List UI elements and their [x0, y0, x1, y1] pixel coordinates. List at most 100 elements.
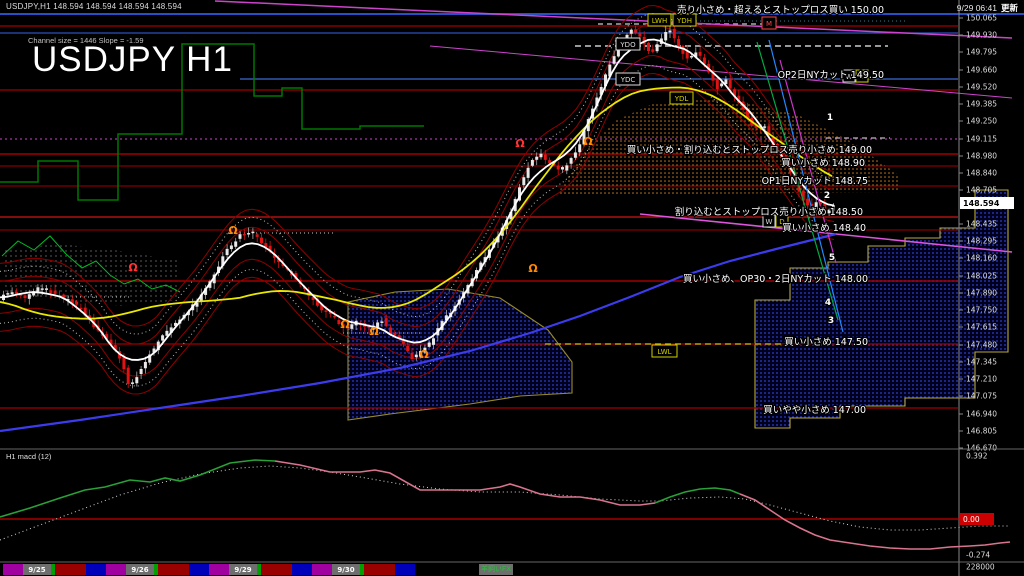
timeline-date-label: 9/26	[131, 566, 148, 574]
candle	[389, 328, 392, 334]
omega-marker: Ω	[369, 325, 379, 338]
candle	[763, 126, 766, 128]
macd-axis-label: 0.392	[966, 452, 988, 461]
order-annotation: 買い小さめ 148.90	[781, 158, 865, 169]
candle	[535, 157, 538, 160]
order-annotation: 買い小さめ、OP30・2日NYカット 148.00	[683, 274, 868, 285]
candle	[638, 33, 641, 36]
axis-tick-label: 149.385	[966, 100, 997, 109]
candle	[540, 154, 543, 158]
marker-box-label: YDH	[676, 17, 692, 25]
timeline-bar: 9/25 9/26 9/29 9/30	[3, 564, 415, 575]
candle	[161, 335, 164, 340]
axis-tick-label: 149.795	[966, 48, 997, 57]
candle	[664, 32, 667, 40]
axis-tick-label: 146.940	[966, 410, 997, 419]
macd-zero-label: 0.00	[963, 515, 980, 524]
timeline-date-label: 9/30	[337, 566, 354, 574]
trendline-number: 4	[825, 298, 831, 308]
candle	[411, 353, 414, 359]
trendline-number: 1	[827, 113, 833, 123]
order-annotation: OP1日NYカット 148.75	[762, 176, 868, 187]
candle	[325, 310, 328, 312]
marker-box-label: W	[766, 218, 773, 226]
axis-tick-label: 148.435	[966, 220, 997, 229]
axis-tick-label: 149.660	[966, 66, 997, 75]
omega-marker: Ω	[515, 137, 525, 150]
candle	[41, 288, 44, 290]
candle	[11, 292, 14, 294]
candle	[385, 318, 388, 326]
candle	[578, 144, 581, 152]
candle	[75, 302, 78, 305]
candle	[716, 79, 719, 90]
order-annotation: 買い小さめ・割り込むとストップロス売り小さめ 149.00	[627, 144, 872, 156]
candle	[656, 44, 659, 51]
candle	[527, 168, 530, 178]
timeline-date-label: 9/25	[28, 566, 45, 574]
candle	[647, 43, 650, 51]
price-chart-canvas[interactable]: ΩΩΩΩΩΩΩΩ 12543 LWHYDHYDOYDCYDLMWDWDLWL 売…	[0, 0, 1024, 576]
candle	[522, 177, 525, 185]
macd-signal-line	[0, 466, 1010, 540]
order-annotation: 売り小さめ・超えるとストップロス買い 150.00	[677, 4, 884, 16]
axis-tick-label: 147.615	[966, 323, 997, 332]
timeline-segment-green	[51, 564, 55, 575]
timeline-segment-blue	[86, 564, 106, 575]
axis-tick-label: 147.480	[966, 341, 997, 350]
candle	[256, 234, 259, 237]
marker-box-label: YDL	[674, 95, 689, 103]
timeline-segment-green	[257, 564, 261, 575]
candle	[234, 241, 237, 246]
timeline-segment-red	[364, 564, 395, 575]
marker-box-label: YDC	[620, 76, 636, 84]
axis-tick-label: 147.750	[966, 306, 997, 315]
candle	[720, 84, 723, 87]
candle	[806, 199, 809, 205]
candle	[243, 234, 246, 236]
marker-box-label: M	[766, 20, 772, 28]
candle	[574, 152, 577, 157]
timeline-segment-magenta	[209, 564, 229, 575]
timeline-segment-magenta	[3, 564, 23, 575]
timeline-date-label: 9/29	[234, 566, 251, 574]
macd-main-line	[0, 460, 275, 517]
timeline-segment-blue	[292, 564, 312, 575]
candle	[140, 369, 143, 374]
macd-main-line	[655, 488, 740, 503]
trendline-number: 2	[824, 191, 830, 201]
candle	[45, 288, 48, 290]
trendline-number: 3	[828, 316, 834, 326]
candle	[28, 294, 31, 299]
candle	[406, 346, 409, 351]
omega-marker: Ω	[228, 224, 238, 237]
axis-tick-label: 149.520	[966, 83, 997, 92]
omega-marker: Ω	[419, 348, 429, 361]
axis-tick-label: 149.115	[966, 135, 997, 144]
axis-tick-label: 148.160	[966, 254, 997, 263]
marker-box-label: YDO	[619, 41, 636, 49]
candle	[49, 290, 52, 293]
candle	[36, 287, 39, 291]
candle	[239, 234, 242, 239]
marker-box-label: LWL	[657, 348, 671, 356]
candle	[230, 245, 233, 249]
axis-tick-label: 146.805	[966, 427, 997, 436]
candle	[565, 165, 568, 170]
order-annotation: 買いやや小さめ 147.00	[763, 405, 866, 416]
axis-tick-label: 147.210	[966, 375, 997, 384]
axis-tick-label: 148.840	[966, 169, 997, 178]
candle	[677, 39, 680, 47]
macd-axis-label: 228000	[966, 563, 995, 572]
timeline-segment-red	[158, 564, 189, 575]
candle	[260, 238, 263, 243]
timeline-segment-magenta	[312, 564, 332, 575]
candle	[251, 232, 254, 234]
axis-tick-label: 148.705	[966, 186, 997, 195]
timeline-segment-blue	[189, 564, 209, 575]
candle	[561, 167, 564, 169]
candle	[6, 293, 9, 295]
omega-marker: Ω	[340, 318, 350, 331]
candle	[380, 321, 383, 323]
macd-axis-label: -0.274	[966, 551, 990, 560]
